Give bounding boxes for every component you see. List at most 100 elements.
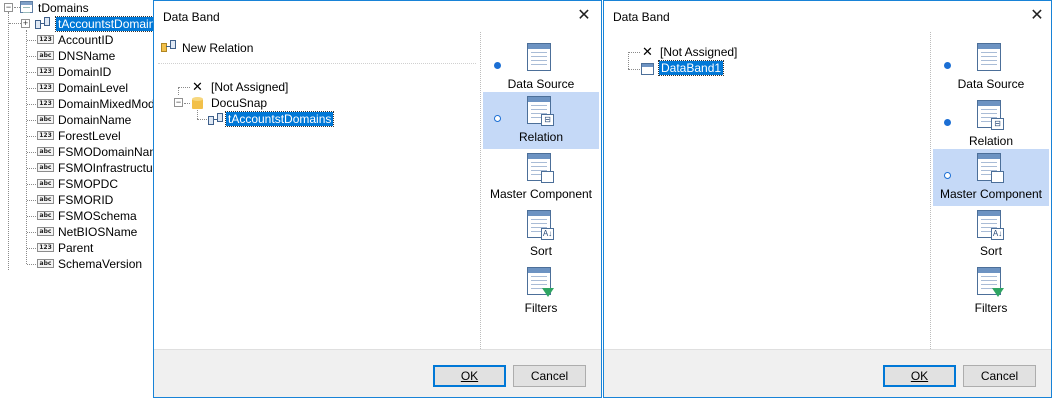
nav-filters[interactable]: Filters — [483, 263, 599, 320]
field-label: AccountID — [58, 33, 114, 47]
cancel-button[interactable]: Cancel — [513, 365, 586, 387]
relation-icon — [35, 17, 51, 29]
tree-field-item[interactable]: FSMOInfrastructure — [58, 160, 163, 176]
tree-item-not-assigned[interactable]: [Not Assigned] — [660, 44, 737, 60]
tree-field-item[interactable]: DNSName — [58, 48, 115, 64]
nav-relation[interactable]: ⊟ Relation — [933, 96, 1049, 153]
field-label: Parent — [58, 241, 94, 255]
tree-relation-node[interactable]: tAccountstDomains — [54, 16, 165, 32]
collapse-toggle[interactable]: − — [174, 98, 183, 107]
nav-label: Filters — [974, 301, 1008, 315]
tree-field-item[interactable]: Parent — [58, 240, 93, 256]
cancel-label: Cancel — [530, 369, 569, 383]
string-field-icon: abc — [37, 211, 54, 220]
tree-item-datasource[interactable]: DocuSnap — [211, 95, 267, 111]
data-band-icon — [641, 63, 654, 75]
datasource-label: DocuSnap — [211, 96, 268, 110]
not-assigned-label: [Not Assigned] — [660, 45, 738, 59]
nav-label: Master Component — [939, 187, 1043, 201]
field-label: DomainMixedMode — [58, 97, 162, 111]
nav-master-component[interactable]: Master Component — [483, 149, 599, 206]
field-label: FSMORID — [58, 193, 114, 207]
dialog-footer: OK Cancel — [604, 349, 1051, 397]
sort-icon: A↓ — [977, 210, 1004, 240]
dialog-footer: OK Cancel — [154, 349, 601, 397]
status-dot-icon — [944, 119, 951, 126]
nav-data-source[interactable]: Data Source — [933, 39, 1049, 96]
tree-field-item[interactable]: AccountID — [58, 32, 113, 48]
field-label: NetBIOSName — [58, 225, 138, 239]
tree-field-item[interactable]: FSMORID — [58, 192, 113, 208]
close-icon[interactable]: ✕ — [1026, 5, 1048, 27]
string-field-icon: abc — [37, 51, 54, 60]
tree-field-item[interactable]: ForestLevel — [58, 128, 121, 144]
tree-field-item[interactable]: DomainMixedMode — [58, 96, 161, 112]
tree-field-item[interactable]: FSMOSchema — [58, 208, 137, 224]
ok-button[interactable]: OK — [883, 365, 956, 387]
cancel-button[interactable]: Cancel — [963, 365, 1036, 387]
string-field-icon: abc — [37, 259, 54, 268]
numeric-field-icon: 123 — [37, 99, 54, 108]
collapse-toggle[interactable]: − — [4, 3, 13, 12]
tree-field-item[interactable]: DomainName — [58, 112, 131, 128]
tree-item-databand[interactable]: DataBand1 — [657, 60, 725, 76]
field-label: DomainID — [58, 65, 112, 79]
close-icon[interactable]: ✕ — [573, 5, 595, 27]
master-component-icon — [977, 153, 1004, 183]
nav-filters[interactable]: Filters — [933, 263, 1049, 320]
dialog-title: Data Band — [613, 10, 670, 24]
new-relation-button[interactable]: New Relation — [160, 40, 260, 56]
field-label: DomainName — [58, 113, 132, 127]
relation-label: tAccountstDomains — [224, 111, 335, 127]
field-label: FSMOPDC — [58, 177, 118, 191]
nav-sort[interactable]: A↓ Sort — [483, 206, 599, 263]
tree-item-not-assigned[interactable]: [Not Assigned] — [211, 79, 288, 95]
field-label: SchemaVersion — [58, 257, 143, 271]
numeric-field-icon: 123 — [37, 67, 54, 76]
ok-label: OK — [460, 369, 479, 383]
data-band-dialog-master: Data Band ✕ ✕ [Not Assigned] DataBand1 D… — [603, 0, 1052, 398]
data-source-icon — [977, 43, 1004, 73]
master-component-panel: ✕ [Not Assigned] DataBand1 — [604, 32, 928, 351]
not-assigned-icon: ✕ — [192, 79, 203, 94]
expand-toggle[interactable]: + — [21, 19, 30, 28]
string-field-icon: abc — [37, 163, 54, 172]
data-source-icon — [527, 43, 554, 73]
not-assigned-label: [Not Assigned] — [211, 80, 289, 94]
tree-field-item[interactable]: FSMOPDC — [58, 176, 118, 192]
numeric-field-icon: 123 — [37, 83, 54, 92]
numeric-field-icon: 123 — [37, 35, 54, 44]
filter-icon — [977, 267, 1004, 297]
string-field-icon: abc — [37, 179, 54, 188]
nav-sort[interactable]: A↓ Sort — [933, 206, 1049, 263]
dialog-title: Data Band — [163, 10, 220, 24]
field-tree[interactable]: − tDomains + tAccountstDomains 123 Accoun… — [0, 0, 169, 398]
tree-relation-label: tAccountstDomains — [54, 16, 165, 32]
field-label: FSMOSchema — [58, 209, 137, 223]
nav-label: Relation — [968, 134, 1014, 148]
tree-field-item[interactable]: SchemaVersion — [58, 256, 142, 272]
field-label: FSMOInfrastructure — [58, 161, 164, 175]
tree-field-item[interactable]: DomainLevel — [58, 80, 128, 96]
relation-panel: New Relation ✕ [Not Assigned] − DocuSnap… — [154, 32, 478, 351]
nav-relation[interactable]: ⊟ Relation — [483, 92, 599, 149]
tree-item-relation[interactable]: tAccountstDomains — [224, 111, 335, 127]
nav-label: Relation — [518, 130, 564, 144]
nav-master-component[interactable]: Master Component — [933, 149, 1049, 206]
tree-root-label: tDomains — [38, 1, 89, 15]
ok-button[interactable]: OK — [433, 365, 506, 387]
tree-field-item[interactable]: DomainID — [58, 64, 111, 80]
nav-data-source[interactable]: Data Source — [483, 39, 599, 96]
ok-label: OK — [910, 369, 929, 383]
numeric-field-icon: 123 — [37, 131, 54, 140]
status-dot-icon — [494, 62, 501, 69]
relation-icon — [161, 40, 177, 52]
nav-label: Data Source — [507, 77, 575, 91]
field-label: DomainLevel — [58, 81, 129, 95]
sort-icon: A↓ — [527, 210, 554, 240]
data-band-dialog-relation: Data Band ✕ New Relation ✕ [Not Assigned… — [153, 0, 602, 398]
database-icon — [192, 97, 203, 109]
tree-root-table[interactable]: tDomains — [38, 0, 89, 16]
string-field-icon: abc — [37, 195, 54, 204]
tree-field-item[interactable]: NetBIOSName — [58, 224, 137, 240]
